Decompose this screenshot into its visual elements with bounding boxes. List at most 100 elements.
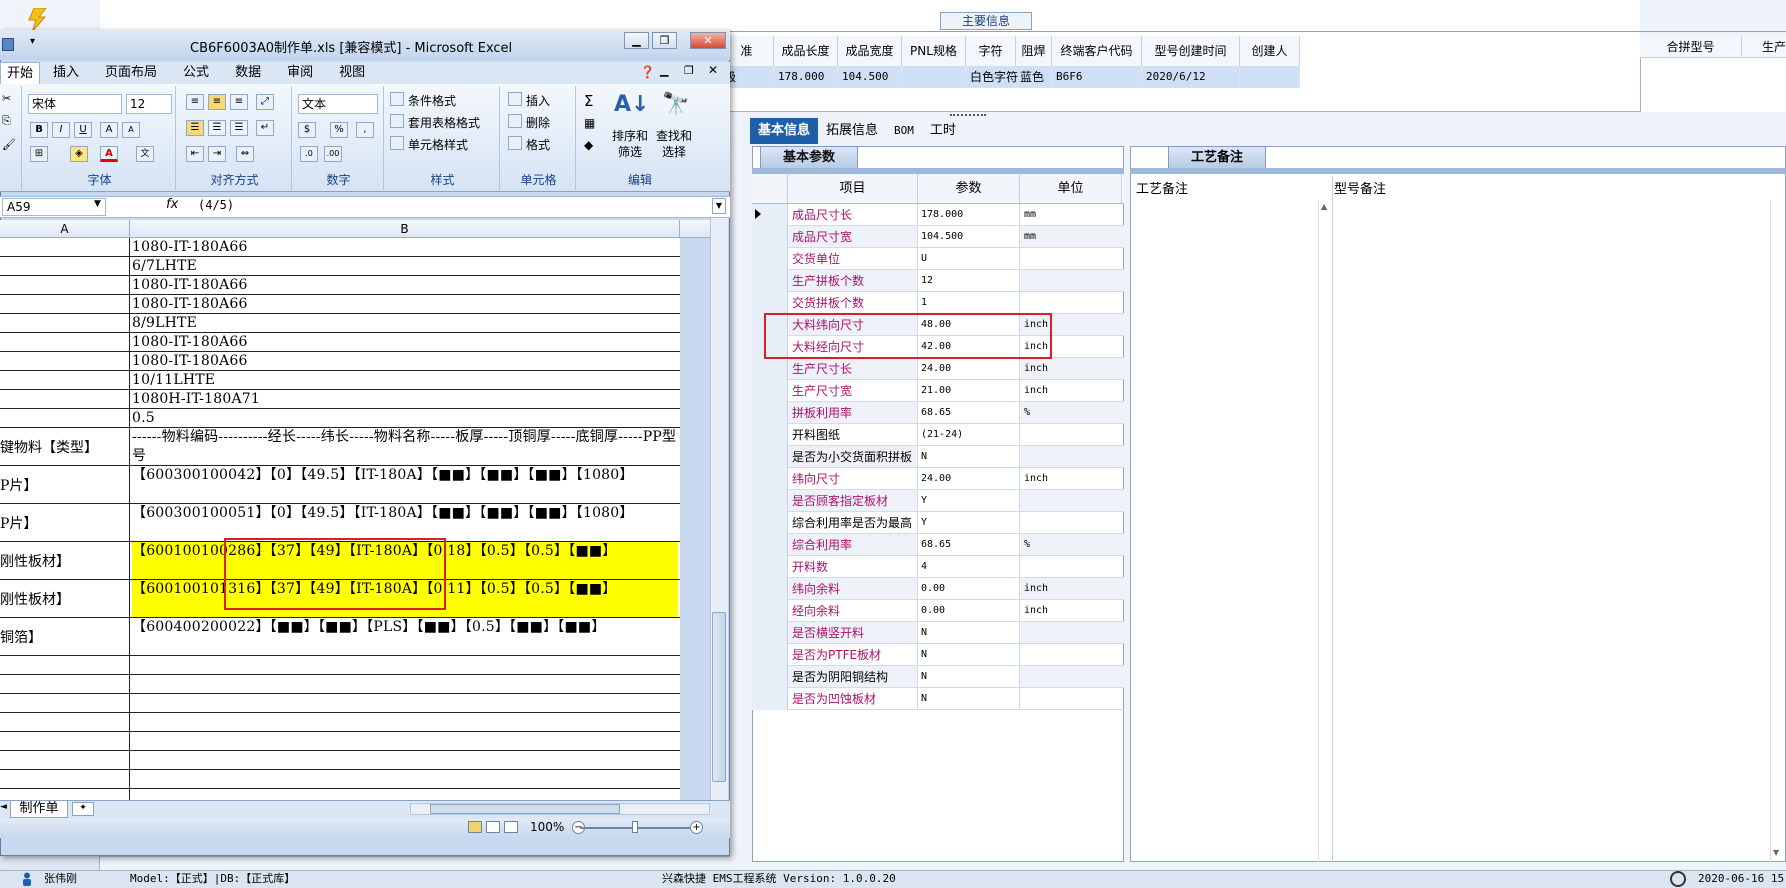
param-value[interactable]: N (918, 688, 1020, 709)
percent-icon[interactable]: % (330, 122, 348, 138)
decrease-indent-icon[interactable]: ⇤ (186, 146, 204, 162)
table-row[interactable]: 是否为凹蚀板材 N (752, 688, 1124, 710)
increase-indent-icon[interactable]: ⇥ (208, 146, 226, 162)
column-header[interactable]: 单位 (1020, 174, 1122, 203)
page-layout-view-icon[interactable] (486, 821, 500, 833)
table-row[interactable]: 是否顾客指定板材 Y (752, 490, 1124, 512)
row-indicator[interactable] (752, 468, 788, 490)
cell-a[interactable] (0, 314, 130, 332)
scroll-up-icon[interactable]: ▲ (1321, 202, 1327, 211)
row-indicator[interactable] (752, 270, 788, 292)
cell-b[interactable]: 1080-IT-180A66 (132, 352, 678, 370)
sort-filter-icon[interactable]: A↓ (614, 92, 649, 117)
underline-icon[interactable]: U (74, 122, 92, 138)
merge-center-icon[interactable]: ⇔ (236, 146, 254, 162)
cell-a[interactable]: 键物料【类型】 (0, 428, 130, 465)
param-value[interactable]: (21-24) (918, 424, 1020, 445)
param-value[interactable]: N (918, 446, 1020, 467)
row-indicator[interactable] (752, 248, 788, 270)
table-row[interactable]: 综合利用率是否为最高 Y (752, 512, 1124, 534)
table-row[interactable]: 拼板利用率 68.65% (752, 402, 1124, 424)
table-row[interactable]: 生产尺寸宽 21.00 inch (752, 380, 1124, 402)
save-icon[interactable] (2, 38, 14, 51)
cell-b[interactable]: 10/11LHTE (132, 371, 678, 389)
sheet-row[interactable] (0, 770, 680, 789)
number-format-select[interactable]: 文本 (298, 94, 378, 114)
table-row[interactable]: 纬向余料 0.00 inch (752, 578, 1124, 600)
table-row[interactable]: 是否横竖开料 N (752, 622, 1124, 644)
currency-icon[interactable]: $ (298, 122, 316, 138)
conditional-format-button[interactable]: 条件格式 (408, 92, 456, 109)
delete-cells-button[interactable]: 删除 (526, 114, 550, 131)
cell-a[interactable]: P片】 (0, 504, 130, 541)
panel-tab-process-notes[interactable]: 工艺备注 (1168, 146, 1266, 168)
orientation-icon[interactable]: ⤢ (256, 94, 274, 110)
param-value[interactable]: U (918, 248, 1020, 269)
cell-b[interactable]: 1080-IT-180A66 (132, 333, 678, 351)
cell-style-button[interactable]: 单元格样式 (408, 136, 468, 153)
sheet-row[interactable]: 1080-IT-180A66 (0, 295, 680, 314)
zoom-in-icon[interactable]: + (690, 821, 703, 834)
increase-decimal-icon[interactable]: .0 (300, 146, 318, 162)
sheet-row[interactable]: 1080-IT-180A66 (0, 276, 680, 295)
zoom-slider-knob[interactable] (632, 821, 638, 833)
cell-a[interactable] (0, 333, 130, 351)
column-header[interactable]: PNL规格 (902, 36, 966, 66)
column-header[interactable]: 型号创建时间 (1142, 36, 1240, 66)
tab-view[interactable]: 视图 (326, 62, 378, 84)
cell-b[interactable]: 1080-IT-180A66 (132, 238, 678, 256)
autosum-icon[interactable]: Σ (584, 92, 593, 110)
panel-tab-basic-params[interactable]: 基本参数 (760, 146, 858, 168)
row-indicator[interactable] (752, 490, 788, 512)
sheet-row[interactable]: 8/9LHTE (0, 314, 680, 333)
sheet-row[interactable] (0, 732, 680, 751)
cell-b[interactable]: 8/9LHTE (132, 314, 678, 332)
row-indicator[interactable] (752, 556, 788, 578)
cell-a[interactable] (0, 295, 130, 313)
sort-filter-button[interactable]: 排序和 筛选 (612, 128, 648, 160)
row-indicator[interactable] (752, 578, 788, 600)
row-indicator[interactable] (752, 424, 788, 446)
table-row[interactable]: 级 178.000 104.500 白色字符 蓝色 B6F6 2020/6/12 (720, 66, 1300, 88)
param-value[interactable]: 68.65 (918, 534, 1020, 555)
tab-review[interactable]: 审阅 (274, 62, 326, 84)
process-note-scrollbar[interactable] (1318, 200, 1332, 862)
sheet-row[interactable] (0, 694, 680, 713)
cell-a[interactable] (0, 390, 130, 408)
worksheet-grid[interactable]: 1080-IT-180A66 6/7LHTE 1080-IT-180A66 1080-… (0, 238, 680, 820)
expand-formula-icon[interactable]: ▼ (712, 198, 726, 214)
sheet-row[interactable]: 1080-IT-180A66 (0, 238, 680, 257)
row-indicator[interactable] (752, 402, 788, 424)
sheet-row[interactable]: 1080-IT-180A66 (0, 333, 680, 352)
row-indicator[interactable] (752, 292, 788, 314)
sheet-row[interactable] (0, 675, 680, 694)
column-header[interactable]: 生产 (1742, 36, 1786, 58)
insert-function-icon[interactable]: fx (166, 197, 178, 212)
border-icon[interactable]: ⊞ (30, 146, 48, 162)
param-value[interactable]: 178.000 (918, 204, 1020, 225)
column-header[interactable]: 参数 (918, 174, 1020, 203)
cell-a[interactable] (0, 276, 130, 294)
param-value[interactable]: 24.00 (918, 358, 1020, 379)
param-value[interactable]: 0.00 (918, 600, 1020, 621)
cell-b[interactable]: 【600300100042】【0】【49.5】【IT-180A】【■■】【■■】… (132, 466, 678, 503)
prev-sheet-icon[interactable]: ◄ (0, 802, 7, 812)
row-indicator[interactable] (752, 512, 788, 534)
cell-a[interactable] (0, 732, 130, 750)
insert-cells-icon[interactable] (508, 92, 522, 106)
page-break-view-icon[interactable] (504, 821, 518, 833)
help-icon[interactable]: ❓ (640, 65, 655, 79)
tab-bom[interactable]: BOM (886, 118, 922, 144)
align-left-icon[interactable]: ☰ (186, 120, 204, 136)
param-value[interactable]: 12 (918, 270, 1020, 291)
normal-view-icon[interactable] (468, 821, 482, 833)
cell-a[interactable] (0, 352, 130, 370)
column-header[interactable]: 终端客户代码 (1052, 36, 1142, 66)
column-header[interactable]: 项目 (788, 174, 918, 203)
sheet-row[interactable]: 10/11LHTE (0, 371, 680, 390)
table-row[interactable]: 经向余料 0.00 inch (752, 600, 1124, 622)
tab-work-hours[interactable]: 工时 (922, 118, 964, 144)
tab-extended-info[interactable]: 拓展信息 (818, 118, 886, 144)
font-name-select[interactable]: 宋体 (28, 94, 122, 114)
sheet-row[interactable]: P片】 【600300100042】【0】【49.5】【IT-180A】【■■】【… (0, 466, 680, 504)
